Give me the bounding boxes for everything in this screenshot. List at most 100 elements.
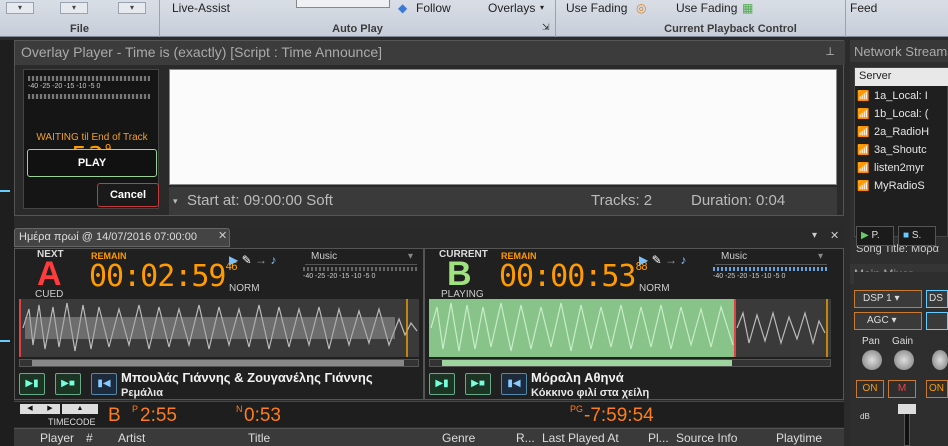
server-item[interactable]: 📶 2a_RadioH — [857, 126, 948, 144]
ribbon-dropdown[interactable]: ▾ — [60, 2, 88, 14]
live-assist-button[interactable]: Live-Assist — [172, 1, 230, 15]
pan-knob[interactable] — [862, 350, 882, 370]
column-header[interactable]: # — [86, 431, 93, 445]
feed-button[interactable]: Feed — [850, 1, 877, 15]
server-name: 2a_RadioH — [874, 126, 930, 138]
edit-icon[interactable]: ✎ — [652, 253, 662, 267]
previous-button[interactable]: ◀ — [20, 404, 40, 414]
column-header[interactable]: Genre — [442, 431, 475, 445]
signal-icon: 📶 — [857, 162, 870, 174]
follow-icon[interactable]: ◆ — [398, 1, 407, 15]
play-mode-icon[interactable]: ▶ — [639, 253, 648, 267]
deck-title: Ρεμάλια — [121, 387, 163, 399]
ribbon-button[interactable] — [296, 0, 390, 8]
play-button[interactable]: PLAY — [27, 149, 157, 177]
deck-letter: B — [447, 255, 472, 293]
fader-handle[interactable] — [898, 404, 916, 414]
tab-close-icon[interactable]: ✕ — [218, 229, 227, 242]
ribbon-group-auto-play: Live-Assist ◆ Follow Overlays ▾ ⇲ Auto P… — [160, 0, 556, 37]
column-header[interactable]: Title — [248, 431, 270, 445]
deck-a: NEXT A CUED REMAIN 00:02:5946 ▶ ✎ → ♪ Mu… — [14, 248, 424, 400]
mute-toggle[interactable]: M — [888, 380, 916, 398]
overlay-track-list[interactable] — [169, 69, 837, 185]
play-mode-icon[interactable]: ▶ — [229, 253, 238, 267]
on-toggle[interactable]: ON — [856, 380, 884, 398]
fading-options-icon[interactable]: ▦ — [742, 1, 753, 15]
category-value: Music — [311, 251, 338, 262]
category-dropdown[interactable]: Music ▾ — [305, 251, 417, 265]
column-header[interactable]: Last Played At — [542, 431, 619, 445]
ribbon-group-label: Auto Play — [332, 23, 383, 35]
playlist-tab-bar: Ημέρα πρωί @ 14/07/2016 07:00:00 ✕ ▾ ✕ — [14, 227, 844, 247]
ribbon-group-playback: Use Fading ◎ Use Fading ▦ Current Playba… — [556, 0, 846, 37]
stop-button[interactable]: ▶■ — [55, 373, 81, 395]
on-toggle-2[interactable]: ON — [926, 380, 948, 398]
stream-play-button[interactable]: ▶ P. — [856, 226, 894, 246]
rewind-button[interactable]: ▮◀ — [501, 373, 527, 395]
close-icon[interactable]: ✕ — [830, 229, 839, 242]
fade-icon[interactable]: ◎ — [636, 1, 646, 15]
server-item[interactable]: 📶 listen2myr — [857, 162, 948, 180]
follow-button[interactable]: Follow — [416, 1, 451, 15]
use-fading-button[interactable]: Use Fading — [676, 1, 737, 15]
pan-label: Pan — [862, 336, 880, 347]
pin-icon[interactable]: ⊥ — [825, 45, 835, 58]
overlays-button[interactable]: Overlays — [488, 1, 535, 15]
category-dropdown[interactable]: Music ▾ — [715, 251, 827, 265]
stop-button[interactable]: ▶■ — [465, 373, 491, 395]
column-header[interactable]: Pl... — [648, 431, 669, 445]
ribbon-dropdown[interactable]: ▾ — [118, 2, 146, 14]
ribbon-group-label: Current Playback Control — [664, 23, 797, 35]
column-header[interactable]: Player — [40, 431, 74, 445]
pan-knob-2[interactable] — [932, 350, 948, 370]
cancel-button[interactable]: Cancel — [97, 183, 159, 207]
music-note-icon: ♪ — [270, 253, 277, 267]
level-meter — [28, 94, 150, 99]
column-header[interactable]: Artist — [118, 431, 145, 445]
timer-value: 00:02:59 — [89, 259, 226, 294]
ribbon-dropdown[interactable]: ▾ — [6, 2, 34, 14]
arrow-icon: → — [254, 253, 267, 267]
scrollbar-thumb[interactable] — [32, 360, 404, 366]
play-pause-button[interactable]: ▶▮ — [19, 373, 45, 395]
waveform[interactable] — [429, 299, 831, 357]
waveform[interactable] — [19, 299, 419, 357]
server-list[interactable]: Server 📶 1a_Local: I 📶 1b_Local: ( 📶 2a_Rad… — [854, 67, 948, 237]
tab-label: Ημέρα πρωί @ 14/07/2016 07:00:00 — [19, 231, 197, 243]
next-button[interactable]: ▶ — [40, 404, 60, 414]
column-header[interactable]: Source Info — [676, 431, 737, 445]
dsp-select-2[interactable]: DS — [926, 290, 948, 308]
dsp-select[interactable]: DSP 1 ▾ — [854, 290, 922, 308]
rewind-button[interactable]: ▮◀ — [91, 373, 117, 395]
server-item[interactable]: 📶 1a_Local: I — [857, 90, 948, 108]
timecode-p-label: P — [132, 404, 139, 414]
edit-icon[interactable]: ✎ — [242, 253, 252, 267]
server-column-header[interactable]: Server — [855, 68, 948, 86]
eject-button[interactable]: ▲ — [62, 404, 98, 414]
overlay-player-panel: Overlay Player - Time is (exactly) [Scri… — [14, 40, 845, 216]
waveform-scrollbar[interactable] — [429, 359, 831, 367]
tab-playlist[interactable]: Ημέρα πρωί @ 14/07/2016 07:00:00 — [14, 228, 230, 247]
server-name: listen2myr — [874, 162, 925, 174]
overlays-dropdown-icon[interactable]: ▾ — [540, 3, 544, 12]
stream-settings-button[interactable]: ■ S. — [898, 226, 936, 246]
signal-icon: 📶 — [857, 144, 870, 156]
dropdown-icon[interactable]: ▾ — [812, 230, 817, 241]
deck-meter-scale: -40 -25 -20 -15 -10 -5 0 — [303, 273, 376, 280]
timecode-label: TIMECODE — [48, 417, 96, 427]
collapse-icon[interactable]: ▾ — [173, 196, 178, 207]
waveform-scrollbar[interactable] — [19, 359, 419, 367]
server-item[interactable]: 📶 1b_Local: ( — [857, 108, 948, 126]
gain-knob[interactable] — [894, 350, 914, 370]
scrollbar-thumb[interactable] — [442, 360, 732, 366]
agc-select[interactable]: AGC ▾ — [854, 312, 922, 330]
agc-select-2[interactable] — [926, 312, 948, 330]
server-item[interactable]: 📶 MyRadioS — [857, 180, 948, 198]
column-header[interactable]: R... — [516, 431, 535, 445]
play-pause-button[interactable]: ▶▮ — [429, 373, 455, 395]
overlay-status-bar: ▾ Start at: 09:00:00 Soft Tracks: 2 Dura… — [169, 187, 837, 215]
server-item[interactable]: 📶 3a_Shoutc — [857, 144, 948, 162]
use-fading-button[interactable]: Use Fading — [566, 1, 627, 15]
server-name: 1a_Local: I — [874, 90, 928, 102]
column-header[interactable]: Playtime — [776, 431, 822, 445]
